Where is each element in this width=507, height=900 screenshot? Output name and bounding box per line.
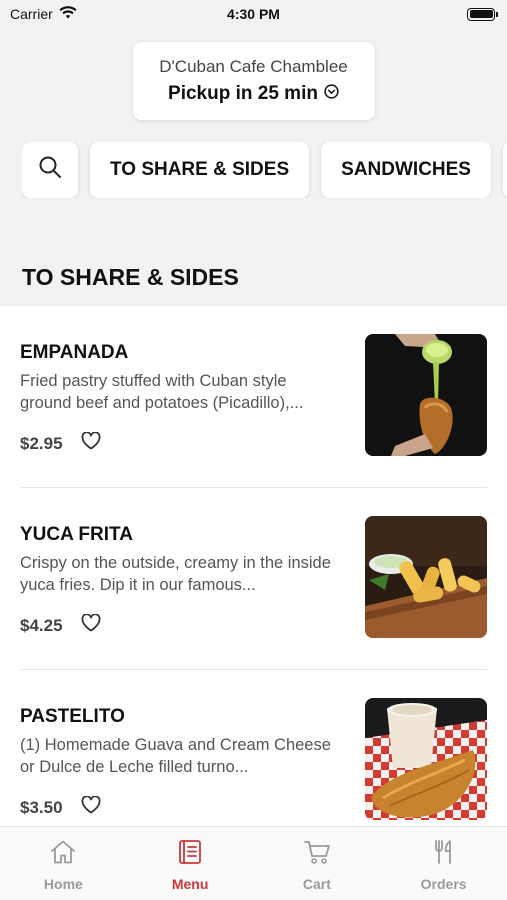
tab-label: Menu — [171, 876, 209, 892]
item-price-row: $2.95 — [20, 431, 101, 455]
category-chips: TO SHARE & SIDES SANDWICHES — [22, 142, 507, 198]
search-button[interactable] — [22, 142, 78, 198]
tab-cart[interactable]: Cart — [254, 827, 381, 900]
category-chip-partial[interactable] — [502, 142, 507, 198]
item-price-row: $3.50 — [20, 795, 101, 819]
wifi-icon — [59, 6, 77, 22]
pastelito-photo — [365, 698, 487, 820]
item-price-row: $4.25 — [20, 613, 101, 637]
item-description: Crispy on the outside, creamy in the ins… — [20, 554, 331, 594]
tab-label: Home — [43, 876, 83, 892]
item-price: $4.25 — [20, 615, 63, 635]
chevron-down-circle-icon — [324, 83, 339, 105]
favorite-heart-icon[interactable] — [81, 795, 101, 819]
item-description: Fried pastry stuffed with Cuban style gr… — [20, 372, 304, 412]
item-price: $3.50 — [20, 797, 63, 817]
item-name: YUCA FRITA — [20, 524, 133, 545]
cart-icon — [303, 839, 331, 868]
menu-item-yuca-frita[interactable]: YUCA FRITA Crispy on the outside, creamy… — [20, 488, 487, 670]
menu-icon — [177, 839, 203, 868]
empanada-photo — [365, 334, 487, 456]
favorite-heart-icon[interactable] — [81, 431, 101, 455]
fork-knife-icon — [431, 839, 457, 868]
favorite-heart-icon[interactable] — [81, 613, 101, 637]
battery-icon — [467, 7, 498, 21]
tab-orders[interactable]: Orders — [380, 827, 507, 900]
section-title: TO SHARE & SIDES — [22, 264, 239, 290]
search-icon — [38, 155, 62, 185]
status-left: Carrier — [10, 6, 77, 22]
category-chip-sandwiches[interactable]: SANDWICHES — [321, 142, 491, 198]
tab-label: Cart — [302, 876, 331, 892]
home-icon — [49, 839, 77, 868]
item-name: PASTELITO — [20, 706, 125, 727]
item-description: (1) Homemade Guava and Cream Cheese or D… — [20, 736, 331, 776]
tab-label: Orders — [420, 876, 467, 892]
item-price: $2.95 — [20, 433, 63, 453]
store-pickup-selector[interactable]: D'Cuban Cafe Chamblee Pickup in 25 min — [132, 42, 375, 120]
menu-list: EMPANADA Fried pastry stuffed with Cuban… — [0, 306, 507, 826]
pickup-time: Pickup in 25 min — [168, 83, 318, 104]
menu-item-empanada[interactable]: EMPANADA Fried pastry stuffed with Cuban… — [20, 306, 487, 488]
tab-home[interactable]: Home — [0, 827, 127, 900]
status-bar: Carrier 4:30 PM — [0, 0, 507, 28]
category-chip-to-share-sides[interactable]: TO SHARE & SIDES — [90, 142, 310, 198]
item-name: EMPANADA — [20, 342, 129, 363]
carrier-label: Carrier — [10, 6, 53, 22]
store-name: D'Cuban Cafe Chamblee — [159, 57, 348, 76]
tab-menu[interactable]: Menu — [127, 827, 254, 900]
tab-bar: Home Menu Cart Orders — [0, 826, 507, 900]
pickup-time-row: Pickup in 25 min — [168, 83, 339, 105]
menu-item-pastelito[interactable]: PASTELITO (1) Homemade Guava and Cream C… — [20, 670, 487, 826]
yuca-frita-photo — [365, 516, 487, 638]
